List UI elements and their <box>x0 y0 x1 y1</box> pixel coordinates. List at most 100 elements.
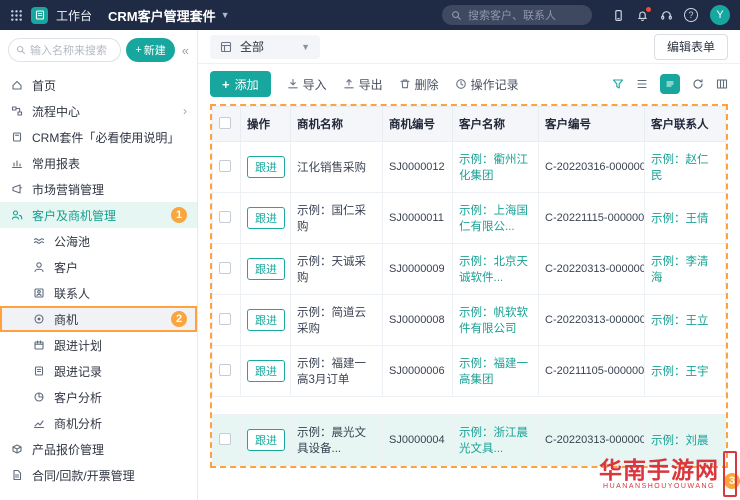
watermark-text: 华南手游网 <box>599 456 719 483</box>
export-button[interactable]: 导出 <box>343 76 383 93</box>
caret-down-icon: ▼ <box>301 41 310 52</box>
sidebar-item-product[interactable]: 产品报价管理 <box>0 436 197 462</box>
row-checkbox[interactable] <box>219 210 231 223</box>
sidebar-item-label: 跟进记录 <box>54 364 103 379</box>
avatar[interactable]: Y <box>710 5 730 25</box>
sidebar-item-pie[interactable]: 客户分析 <box>0 384 197 410</box>
sidebar-item-chart[interactable]: 商机分析 <box>0 410 197 436</box>
new-button-label: 新建 <box>143 45 166 57</box>
follow-up-button[interactable]: 跟进 <box>247 156 285 178</box>
sidebar-item-book[interactable]: CRM套件「必看使用说明」 <box>0 124 197 150</box>
plus-icon: + <box>222 76 230 92</box>
customer-link[interactable]: 示例：帆软软件有限公司 <box>452 294 539 346</box>
view-selector[interactable]: 全部 ▼ <box>210 34 320 59</box>
import-button[interactable]: 导入 <box>287 76 327 93</box>
sidebar-item-calendar[interactable]: 跟进计划 <box>0 332 197 358</box>
sidebar-item-home[interactable]: 首页 <box>0 72 197 98</box>
sidebar-item-flow[interactable]: 流程中心 › <box>0 98 197 124</box>
row-checkbox[interactable] <box>219 312 231 325</box>
opportunity-code-cell: SJ0000006 <box>382 345 453 397</box>
calendar-icon <box>32 339 46 351</box>
workspace-label[interactable]: 工作台 <box>56 7 92 24</box>
search-icon <box>16 45 26 55</box>
follow-up-button[interactable]: 跟进 <box>247 258 285 280</box>
row-action-cell: 跟进 <box>240 192 291 244</box>
select-all-checkbox[interactable] <box>219 116 231 129</box>
row-checkbox[interactable] <box>219 363 231 376</box>
apps-grid-icon[interactable] <box>10 9 23 22</box>
sidebar-item-label: 合同/回款/开票管理 <box>32 468 135 483</box>
contact-link[interactable]: 示例：王倩 <box>644 192 726 244</box>
add-button[interactable]: + 添加 <box>210 71 271 97</box>
sidebar-item-target[interactable]: 商机 2 <box>0 306 197 332</box>
customer-link[interactable]: 示例：衢州江化集团 <box>452 141 539 193</box>
sidebar-item-label: 联系人 <box>54 286 91 301</box>
sidebar-item-contact[interactable]: 联系人 <box>0 280 197 306</box>
new-button[interactable]: + 新建 <box>126 38 175 62</box>
log-button[interactable]: 操作记录 <box>455 76 519 93</box>
view-toggle-icon[interactable] <box>660 74 680 94</box>
tool-button-label: 导出 <box>358 77 383 92</box>
sidebar-item-market[interactable]: 市场营销管理 <box>0 176 197 202</box>
tool-button-label: 删除 <box>414 77 439 92</box>
customer-code-cell: C-20211105-0000004 <box>538 345 645 397</box>
refresh-icon[interactable] <box>692 78 704 90</box>
row-height-icon[interactable] <box>636 78 648 90</box>
chart-icon <box>32 417 46 429</box>
sidebar-item-report[interactable]: 常用报表 <box>0 150 197 176</box>
sidebar-item-label: CRM套件「必看使用说明」 <box>32 130 180 145</box>
customer-code-cell: C-20220313-0000001 <box>538 294 645 346</box>
sidebar-item-label: 产品报价管理 <box>32 442 105 457</box>
table-header-row: 操作 商机名称 商机编号 客户名称 客户编号 客户联系人 <box>212 106 726 142</box>
bell-icon[interactable] <box>636 6 651 22</box>
filter-icon[interactable] <box>612 78 624 90</box>
sidebar-search-input[interactable]: 输入名称来搜索 <box>8 38 122 62</box>
follow-up-button[interactable]: 跟进 <box>247 360 285 382</box>
annotation-badge: 2 <box>171 311 187 327</box>
workspace-icon[interactable] <box>31 6 48 24</box>
sidebar-item-pool[interactable]: 公海池 <box>0 228 197 254</box>
annotation-badge: 1 <box>171 207 187 223</box>
sidebar-item-contract[interactable]: 合同/回款/开票管理 <box>0 462 197 488</box>
customer-link[interactable]: 示例：上海国仁有限公... <box>452 192 539 244</box>
follow-up-button[interactable]: 跟进 <box>247 207 285 229</box>
group-icon <box>10 209 24 221</box>
contact-link[interactable]: 示例：王宇 <box>644 345 726 397</box>
flow-icon <box>10 105 24 117</box>
opportunity-code-cell: SJ0000011 <box>382 192 453 244</box>
row-checkbox[interactable] <box>219 159 231 172</box>
collapse-sidebar-icon[interactable]: « <box>180 43 191 58</box>
sidebar: 输入名称来搜索 + 新建 « 首页 流程中心 › CRM套件「必看使用说明」常用报表市… <box>0 30 198 500</box>
service-icon[interactable] <box>660 9 673 22</box>
topbar-search-input[interactable]: 搜索客户、联系人 <box>442 5 592 25</box>
contact-link[interactable]: 示例：赵仁民 <box>644 141 726 193</box>
trash-button[interactable]: 删除 <box>399 76 439 93</box>
mobile-icon[interactable] <box>612 9 625 22</box>
app-title[interactable]: CRM客户管理套件 ▼ <box>108 6 230 25</box>
row-checkbox[interactable] <box>219 261 231 274</box>
sidebar-item-user[interactable]: 客户 <box>0 254 197 280</box>
row-action-cell: 跟进 <box>240 294 291 346</box>
row-checkbox[interactable] <box>219 432 231 445</box>
table-row: 跟进 示例：福建一高3月订单 SJ0000006 示例：福建一高集团 C-2021110… <box>212 345 726 397</box>
sidebar-item-label: 客户及商机管理 <box>32 208 117 223</box>
customer-link[interactable]: 示例：福建一高集团 <box>452 345 539 397</box>
opportunity-code-cell: SJ0000008 <box>382 294 453 346</box>
customer-link[interactable]: 示例：北京天诚软件... <box>452 243 539 295</box>
table-row: 跟进 示例：简道云采购 SJ0000008 示例：帆软软件有限公司 C-20220313… <box>212 294 726 346</box>
product-icon <box>10 443 24 455</box>
row-action-cell: 跟进 <box>240 141 291 193</box>
table-gap-row <box>213 397 726 415</box>
follow-up-button[interactable]: 跟进 <box>247 309 285 331</box>
contact-link[interactable]: 示例：王立 <box>644 294 726 346</box>
sidebar-item-record[interactable]: 跟进记录 <box>0 358 197 384</box>
caret-down-icon: ▼ <box>220 10 230 20</box>
column-settings-icon[interactable] <box>716 78 728 90</box>
sidebar-item-label: 商机分析 <box>54 416 103 431</box>
customer-link[interactable]: 示例：浙江晨光文具... <box>452 414 539 466</box>
follow-up-button[interactable]: 跟进 <box>247 429 285 451</box>
edit-form-button[interactable]: 编辑表单 <box>653 33 728 60</box>
help-icon[interactable]: ? <box>684 8 698 22</box>
contact-link[interactable]: 示例：李清海 <box>644 243 726 295</box>
sidebar-item-group[interactable]: 客户及商机管理 1 <box>0 202 197 228</box>
